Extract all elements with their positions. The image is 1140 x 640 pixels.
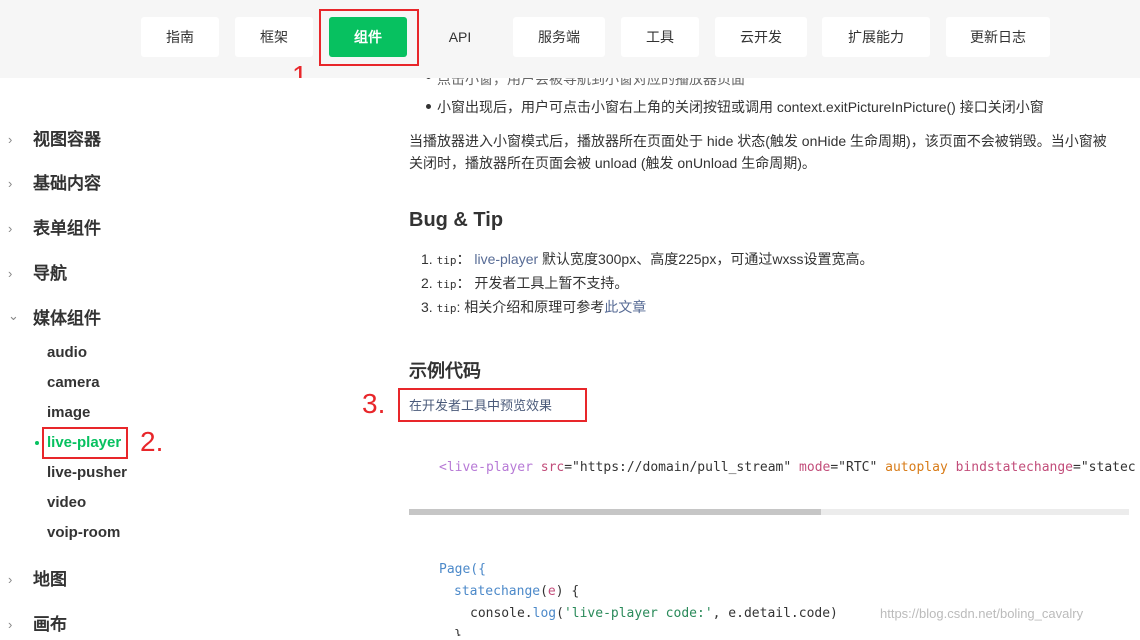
sidebar-item-video[interactable]: video: [47, 491, 86, 515]
active-indicator-dot: [35, 441, 39, 445]
code-line-2: statechange(e) {: [454, 584, 579, 599]
chevron-right-icon: ›: [8, 221, 13, 236]
annotation-box-components: [319, 9, 419, 66]
nav-tab-framework[interactable]: 框架: [235, 17, 313, 57]
annotation-label-3: 3.: [362, 388, 386, 419]
sidebar-item-camera[interactable]: camera: [47, 371, 100, 395]
code-token: mode: [791, 460, 831, 475]
content-bullet-close: 小窗出现后，用户可点击小窗右上角的关闭按钮或调用 context.exitPic…: [437, 99, 1044, 115]
code-token: bindstatechange: [947, 460, 1074, 475]
code-token: ="https://domain/pull_stream": [564, 460, 792, 475]
code-token: ="statec: [1073, 460, 1136, 475]
chevron-right-icon: ›: [8, 266, 13, 281]
watermark: https://blog.csdn.net/boling_cavalry: [880, 606, 1084, 621]
tip-code: tip: [436, 302, 457, 315]
chevron-right-icon: ›: [8, 132, 13, 147]
tip-code: tip: [436, 278, 457, 291]
tip-text: 开发者工具上暂不支持。: [470, 275, 629, 291]
tip-item-1: 1. tip： live-player 默认宽度300px、高度225px，可通…: [421, 249, 873, 269]
tip-num: 1.: [421, 251, 433, 267]
nav-tab-guide[interactable]: 指南: [141, 17, 219, 57]
code-token: live-player: [446, 460, 533, 475]
tip-separator: ：: [456, 275, 471, 291]
chevron-right-icon: ›: [8, 572, 13, 587]
sidebar-item-live-pusher[interactable]: live-pusher: [47, 461, 127, 485]
tip-item-3: 3. tip: 相关介绍和原理可参考此文章: [421, 297, 646, 317]
annotation-box-preview: [398, 388, 587, 422]
sidebar-item-audio[interactable]: audio: [47, 341, 87, 365]
code-line-3: console.log('live-player code:', e.detai…: [470, 606, 838, 621]
nav-tab-api[interactable]: API: [421, 17, 499, 57]
live-player-link[interactable]: live-player: [474, 251, 538, 267]
code-token: autoplay: [877, 460, 948, 475]
code-token: e: [547, 584, 556, 599]
content-paragraph-line1: 当播放器进入小窗模式后，播放器所在页面处于 hide 状态(触发 onHide …: [409, 133, 1107, 149]
sidebar-group-label: 表单组件: [33, 219, 101, 238]
tip-separator: ：: [456, 251, 471, 267]
bullet-dot: [426, 104, 431, 109]
code-token: console.: [470, 606, 533, 621]
code-token: Page({: [439, 562, 486, 577]
top-nav-bar: 指南 框架 组件 API 服务端 工具 云开发 扩展能力 更新日志: [0, 0, 1140, 78]
code-horizontal-scrollbar[interactable]: [409, 509, 1129, 515]
annotation-box-live-player: [42, 427, 128, 459]
sidebar-item-image[interactable]: image: [47, 401, 90, 425]
nav-tab-changelog[interactable]: 更新日志: [946, 17, 1050, 57]
code-token: 'live-player code:': [563, 606, 713, 621]
tip-code: tip: [436, 254, 457, 267]
code-token: (: [556, 606, 564, 621]
bug-tip-heading: Bug & Tip: [409, 209, 504, 231]
tip-text: 相关介绍和原理可参考: [460, 299, 605, 315]
code-line-4: }: [454, 628, 462, 636]
bullet-dot: [426, 78, 431, 79]
code-token: ) {: [555, 584, 580, 599]
sidebar-group-label: 基础内容: [33, 174, 101, 193]
nav-tab-extensions[interactable]: 扩展能力: [822, 17, 930, 57]
nav-tab-tools[interactable]: 工具: [621, 17, 699, 57]
annotation-label-2: 2.: [140, 426, 164, 457]
code-token: (: [540, 584, 548, 599]
nav-tab-server[interactable]: 服务端: [513, 17, 605, 57]
tip-num: 2.: [421, 275, 433, 291]
content-paragraph-line2: 关闭时，播放器所在页面会被 unload (触发 onUnload 生命周期)。: [409, 155, 816, 171]
code-token: }: [454, 628, 462, 636]
example-code-heading: 示例代码: [409, 361, 481, 381]
article-link[interactable]: 此文章: [604, 299, 646, 315]
code-line-1: Page({: [439, 562, 486, 577]
code-block-wxml: <live-player src="https://domain/pull_st…: [439, 460, 1136, 475]
code-token: ="RTC": [830, 460, 878, 475]
code-token: <: [439, 460, 447, 475]
sidebar-group-label: 地图: [33, 570, 67, 589]
nav-tab-cloud[interactable]: 云开发: [715, 17, 807, 57]
code-token: statechange: [454, 584, 541, 599]
code-token: src: [532, 460, 565, 475]
tip-num: 3.: [421, 299, 433, 315]
sidebar-group-label: 导航: [33, 264, 67, 283]
tip-text: 默认宽度300px、高度225px，可通过wxss设置宽高。: [538, 251, 874, 267]
sidebar-group-label: 媒体组件: [33, 309, 101, 328]
sidebar-group-label: 视图容器: [33, 130, 101, 149]
sidebar-item-voip-room[interactable]: voip-room: [47, 521, 120, 545]
sidebar: › 视图容器 › 基础内容 › 表单组件 › 导航 ⌄ 媒体组件 audio c…: [0, 78, 310, 636]
tip-item-2: 2. tip： 开发者工具上暂不支持。: [421, 273, 628, 293]
code-token: log: [532, 606, 557, 621]
main-content: 点击小窗，用户会被导航到小窗对应的播放器页面 小窗出现后，用户可点击小窗右上角的…: [310, 78, 1140, 636]
chevron-right-icon: ›: [8, 176, 13, 191]
content-partial-line: 点击小窗，用户会被导航到小窗对应的播放器页面: [437, 78, 745, 87]
scrollbar-thumb[interactable]: [409, 509, 821, 515]
chevron-down-icon: ⌄: [8, 308, 19, 323]
code-token: , e.detail.code): [712, 606, 838, 621]
